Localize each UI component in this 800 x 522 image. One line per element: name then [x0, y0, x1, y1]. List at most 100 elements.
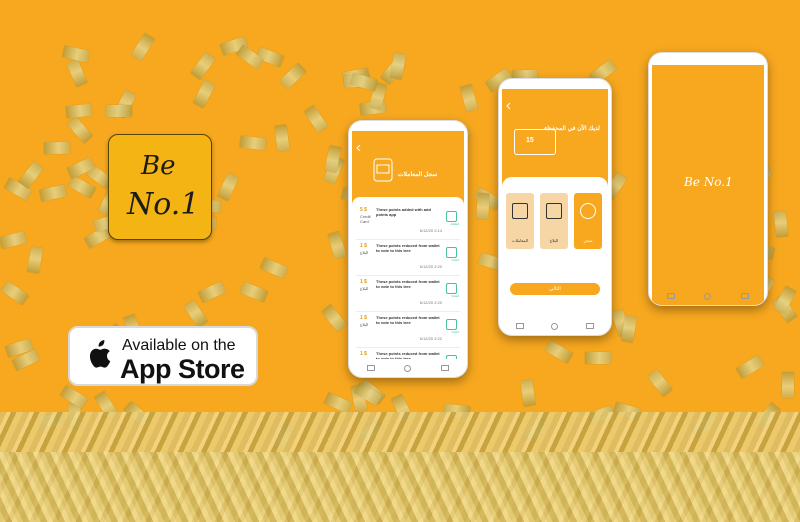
money-bill [239, 281, 269, 303]
money-bill [190, 51, 216, 81]
money-bill [323, 392, 353, 414]
transactions-header: سجل المعاملات [352, 131, 464, 197]
phone-wallet: 15 لديك الآن في المحفظة المعاملات البلاغ… [498, 78, 612, 336]
transaction-amount: 1 $ [360, 279, 367, 285]
money-bill [303, 104, 329, 134]
tile-report[interactable]: البلاغ [540, 193, 568, 249]
transaction-row[interactable]: 1 $البلاغ These points reduced from walle… [356, 241, 460, 276]
money-bill [0, 280, 30, 306]
transaction-date: 6/12/20 2:20 [419, 264, 442, 269]
transaction-status: Added [450, 222, 459, 226]
money-bill [585, 352, 611, 364]
money-bill [773, 210, 789, 238]
tile-label: شحن [583, 238, 593, 243]
money-bill [66, 116, 94, 144]
transaction-status: Voted [451, 330, 459, 334]
app-logo: Be No.1 [108, 134, 212, 240]
money-bill [782, 372, 794, 398]
transaction-amount: 5 $ [360, 207, 367, 213]
coins-hand-icon [580, 203, 596, 219]
money-bill [239, 135, 267, 151]
money-bill [735, 355, 765, 379]
home-icon[interactable] [404, 364, 412, 372]
home-icon[interactable] [551, 322, 559, 330]
money-bill [217, 172, 239, 202]
transaction-row[interactable]: 1 $البلاغ These points reduced from walle… [356, 313, 460, 348]
money-bill [544, 340, 574, 364]
transaction-type: البلاغ [360, 250, 369, 255]
money-bill [647, 369, 673, 397]
logo-line-1: Be [141, 151, 176, 181]
tile-recharge[interactable]: شحن [574, 193, 602, 249]
money-bill [476, 192, 490, 220]
money-bill [39, 184, 67, 202]
money-bill [65, 103, 93, 119]
transaction-row[interactable]: 5 $ Credit Card These points added with ad… [356, 205, 460, 240]
transaction-status: Voted [451, 294, 459, 298]
back-icon[interactable] [586, 323, 595, 329]
money-bill [197, 281, 227, 303]
nav-bar [502, 317, 608, 335]
money-bill [0, 230, 28, 250]
tile-label: المعاملات [511, 238, 529, 243]
wallet-body: المعاملات البلاغ شحن التالي [502, 177, 608, 317]
money-bill [183, 299, 209, 329]
transaction-amount: 1 $ [360, 243, 367, 249]
transaction-description: These points reduced from wallet to vote… [376, 243, 440, 253]
badge-subtitle: Available on the [122, 337, 236, 354]
transaction-description: These points reduced from wallet to vote… [376, 279, 440, 289]
wallet-header: 15 لديك الآن في المحفظة [502, 89, 608, 177]
money-bill [459, 83, 479, 113]
transaction-row[interactable]: 1 $البلاغ These points reduced from walle… [356, 277, 460, 312]
money-bill [259, 257, 289, 279]
transaction-date: 6/12/20 2:22 [419, 336, 442, 341]
recent-apps-icon[interactable] [366, 365, 375, 371]
next-button[interactable]: التالي [510, 283, 600, 295]
money-bill [18, 161, 44, 189]
transaction-amount: 1 $ [360, 351, 367, 357]
nav-bar [352, 359, 464, 377]
money-bill [26, 246, 44, 274]
splash-screen: Be No.1 [652, 65, 764, 305]
transaction-date: 6/12/20 2:20 [419, 300, 442, 305]
transaction-description: These points reduced from wallet to vote… [376, 315, 440, 325]
nav-bar [652, 287, 764, 305]
money-bill [327, 230, 347, 260]
money-bill [520, 379, 536, 407]
transactions-list: 5 $ Credit Card These points added with ad… [352, 197, 464, 377]
receipt-icon [446, 319, 457, 330]
back-arrow-icon[interactable] [356, 145, 362, 151]
transaction-type: البلاغ [360, 286, 369, 291]
home-icon[interactable] [704, 292, 712, 300]
apple-icon [89, 340, 111, 368]
money-bill [131, 32, 155, 62]
tile-transactions[interactable]: المعاملات [506, 193, 534, 249]
money-bill [43, 141, 71, 155]
report-icon [546, 203, 562, 219]
receipt-icon [446, 211, 457, 222]
money-pile-front [0, 452, 800, 522]
back-icon[interactable] [741, 293, 750, 299]
money-bill [389, 52, 407, 80]
recent-apps-icon[interactable] [666, 293, 675, 299]
transaction-type: Credit Card [360, 214, 371, 224]
transaction-amount: 1 $ [360, 315, 367, 321]
money-bill [621, 315, 637, 343]
money-bill [61, 45, 91, 63]
app-store-badge[interactable]: Available on the App Store [68, 326, 258, 386]
money-bill [192, 79, 216, 109]
receipt-icon [446, 283, 457, 294]
money-bill [106, 105, 132, 117]
wallet-amount: 15 [526, 137, 534, 144]
money-bill [321, 304, 347, 332]
tile-label: البلاغ [549, 238, 559, 243]
transactions-screen: سجل المعاملات 5 $ Credit Card These points… [352, 131, 464, 377]
recent-apps-icon[interactable] [515, 323, 524, 329]
logo-line-2: No.1 [127, 187, 200, 222]
wallet-balance-text: لديك الآن في المحفظة [543, 126, 600, 132]
back-icon[interactable] [441, 365, 450, 371]
money-bill [66, 58, 88, 88]
back-arrow-icon[interactable] [506, 103, 512, 109]
money-bill [349, 72, 379, 92]
phone-splash: Be No.1 [648, 52, 768, 306]
